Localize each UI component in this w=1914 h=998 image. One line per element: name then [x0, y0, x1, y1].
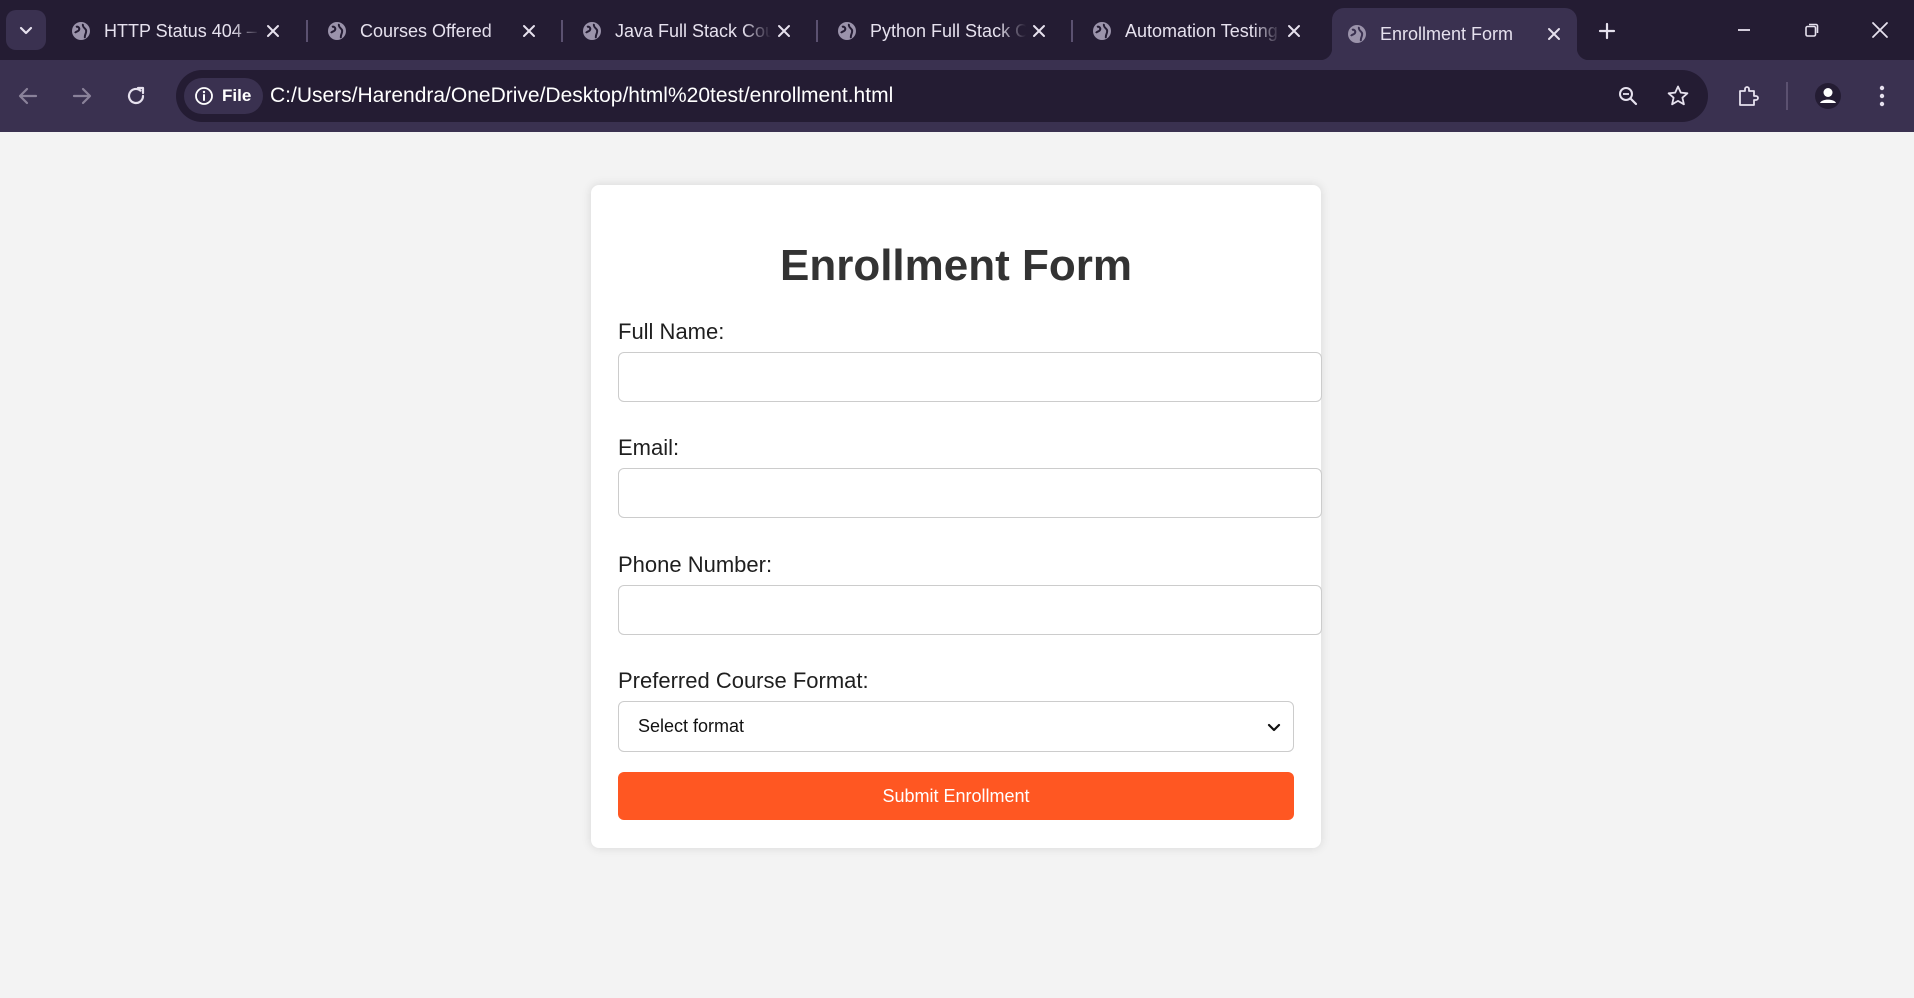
- tab-title: Python Full Stack Course: [870, 20, 1026, 41]
- tab-separator: [306, 20, 308, 42]
- tab-separator: [816, 20, 818, 42]
- globe-icon: [836, 20, 858, 42]
- back-button[interactable]: [8, 76, 48, 116]
- email-label: Email:: [618, 435, 680, 460]
- page-title: Enrollment Form: [779, 241, 1133, 290]
- minimize-button[interactable]: [1722, 10, 1766, 50]
- email-input[interactable]: [618, 468, 1322, 518]
- site-info-chip[interactable]: File: [184, 78, 264, 114]
- new-tab-button[interactable]: [1590, 14, 1624, 48]
- arrow-left-icon: [18, 87, 38, 105]
- tab-java-full-stack[interactable]: Java Full Stack Course: [567, 10, 807, 52]
- globe-icon: [326, 20, 348, 42]
- site-chip-label: File: [222, 86, 252, 105]
- close-icon[interactable]: [771, 18, 797, 44]
- close-icon[interactable]: [1026, 18, 1052, 44]
- toolbar-divider: [1786, 82, 1788, 110]
- url-text[interactable]: C:/Users/Harendra/OneDrive/Desktop/html%…: [270, 70, 893, 122]
- forward-button[interactable]: [62, 76, 102, 116]
- tab-title: Automation Testing: [1125, 20, 1278, 41]
- plus-icon: [1598, 22, 1616, 40]
- reload-icon: [127, 86, 145, 105]
- restore-icon: [1805, 23, 1819, 37]
- chevron-down-icon: [1267, 723, 1281, 732]
- globe-icon: [581, 20, 603, 42]
- tab-http-404[interactable]: HTTP Status 404 – Not Found: [56, 10, 296, 52]
- tab-strip: HTTP Status 404 – Not Found Courses Offe…: [0, 0, 1914, 60]
- zoom-icon: [1619, 87, 1638, 106]
- full-name-input[interactable]: [618, 352, 1322, 402]
- puzzle-icon: [1739, 86, 1759, 106]
- tab-python-full-stack[interactable]: Python Full Stack Course: [822, 10, 1062, 52]
- enrollment-form-card: Enrollment Form Full Name: Email: Phone …: [591, 185, 1322, 848]
- restore-button[interactable]: [1790, 10, 1834, 50]
- browser-menu-button[interactable]: [1862, 76, 1902, 116]
- arrow-right-icon: [72, 87, 92, 105]
- address-bar[interactable]: File C:/Users/Harendra/OneDrive/Desktop/…: [176, 70, 1708, 122]
- close-icon: [1872, 22, 1888, 38]
- close-window-button[interactable]: [1858, 10, 1902, 50]
- course-format-selected: Select format: [638, 716, 745, 736]
- extensions-button[interactable]: [1728, 76, 1768, 116]
- globe-icon: [70, 20, 92, 42]
- zoom-button[interactable]: [1610, 78, 1646, 114]
- phone-input[interactable]: [618, 585, 1322, 635]
- tab-search-button[interactable]: [6, 10, 46, 50]
- full-name-label: Full Name:: [618, 319, 725, 344]
- globe-icon: [1091, 20, 1113, 42]
- tab-courses-offered[interactable]: Courses Offered: [312, 10, 552, 52]
- profile-button[interactable]: [1808, 76, 1848, 116]
- close-icon[interactable]: [1541, 21, 1567, 47]
- more-vertical-icon: [1879, 85, 1885, 107]
- tab-automation-testing[interactable]: Automation Testing: [1077, 10, 1317, 52]
- tab-separator: [1071, 20, 1073, 42]
- star-icon: [1667, 85, 1689, 106]
- close-icon[interactable]: [1281, 18, 1307, 44]
- avatar-icon: [1815, 83, 1841, 109]
- chevron-down-icon: [19, 26, 33, 35]
- tab-separator: [561, 20, 563, 42]
- close-icon[interactable]: [516, 18, 542, 44]
- info-icon: [195, 87, 213, 105]
- submit-enrollment-button[interactable]: Submit Enrollment: [618, 772, 1294, 820]
- browser-toolbar: File C:/Users/Harendra/OneDrive/Desktop/…: [0, 60, 1914, 132]
- tab-title: HTTP Status 404 – Not Found: [104, 20, 260, 41]
- reload-button[interactable]: [116, 76, 156, 116]
- minimize-icon: [1738, 29, 1750, 31]
- tab-title: Enrollment Form: [1380, 23, 1514, 44]
- course-format-label: Preferred Course Format:: [618, 668, 869, 693]
- globe-icon: [1346, 23, 1368, 45]
- tab-enrollment-form[interactable]: Enrollment Form: [1320, 8, 1589, 60]
- close-icon[interactable]: [260, 18, 286, 44]
- phone-label: Phone Number:: [618, 552, 773, 577]
- bookmark-button[interactable]: [1660, 78, 1696, 114]
- course-format-select[interactable]: Select format: [618, 701, 1294, 752]
- tab-title: Java Full Stack Course: [615, 20, 771, 41]
- tab-title: Courses Offered: [360, 20, 492, 41]
